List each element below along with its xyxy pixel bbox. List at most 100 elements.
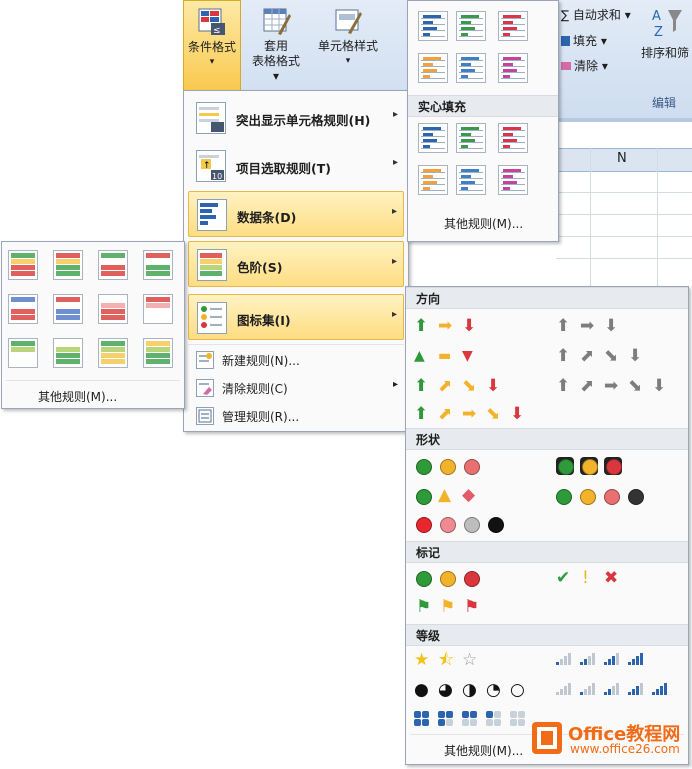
color-band bbox=[56, 353, 80, 358]
table-row-line bbox=[501, 72, 525, 73]
menu-item-new-rule[interactable]: 新建规则(N)... bbox=[188, 347, 404, 371]
solid-databar-option[interactable] bbox=[498, 123, 528, 153]
gradient-databar-option[interactable] bbox=[456, 11, 486, 41]
gradient-databar-option[interactable] bbox=[456, 53, 486, 83]
solid-databar-option[interactable] bbox=[418, 165, 448, 195]
icon-set-5-boxes[interactable] bbox=[408, 709, 548, 731]
menu-item-highlight-rules[interactable]: 突出显示单元格规则(H) ▸ bbox=[188, 95, 404, 141]
table-row-line bbox=[421, 172, 445, 173]
data-bar bbox=[461, 187, 468, 190]
eraser-icon bbox=[561, 62, 571, 70]
solid-databar-option[interactable] bbox=[456, 123, 486, 153]
data-bar bbox=[423, 21, 433, 24]
gradient-databar-option[interactable] bbox=[498, 53, 528, 83]
new-rule-icon bbox=[196, 351, 214, 369]
data-bar bbox=[461, 69, 475, 72]
gradient-databar-option[interactable] bbox=[498, 11, 528, 41]
color-scale-option[interactable] bbox=[98, 250, 128, 280]
table-row-line bbox=[501, 18, 525, 19]
fill-icon bbox=[561, 36, 570, 46]
data-bar bbox=[503, 63, 513, 66]
solid-databar-option[interactable] bbox=[456, 165, 486, 195]
table-row-line bbox=[459, 66, 483, 67]
signal-bar-icon bbox=[560, 689, 563, 695]
color-scale-option[interactable] bbox=[8, 294, 38, 324]
sort-filter-label[interactable]: 排序和筛 bbox=[641, 44, 689, 61]
column-header-n[interactable]: N bbox=[617, 151, 627, 166]
clear-label: 清除 ▾ bbox=[574, 59, 608, 73]
color-scale-option[interactable] bbox=[98, 338, 128, 368]
table-format-icon bbox=[261, 6, 291, 36]
traffic-light-icon bbox=[580, 489, 596, 505]
box-quadrant-icon bbox=[494, 711, 501, 718]
more-rules-link[interactable]: 其他规则(M)... bbox=[444, 215, 523, 232]
menu-item-data-bars[interactable]: 数据条(D) ▸ bbox=[188, 191, 404, 237]
color-scale-option[interactable] bbox=[143, 250, 173, 280]
table-format-button[interactable]: 套用 表格格式 ▾ bbox=[248, 0, 304, 92]
traffic-light-icon bbox=[558, 459, 574, 475]
signal-bar-icon bbox=[612, 686, 615, 695]
table-format-label: 套用 bbox=[263, 39, 288, 53]
color-scale-option[interactable] bbox=[53, 250, 83, 280]
fill-label: 填充 ▾ bbox=[573, 34, 607, 48]
icon-set-5-arrows[interactable] bbox=[408, 403, 548, 425]
data-bar bbox=[503, 175, 513, 178]
box-quadrant-icon bbox=[446, 719, 453, 726]
data-bar bbox=[461, 57, 479, 60]
color-band bbox=[146, 341, 170, 346]
sort-filter-icon[interactable]: AZ bbox=[650, 6, 684, 40]
color-band bbox=[11, 259, 35, 264]
table-row-line bbox=[501, 30, 525, 31]
downright-arrow-icon: ⬊ bbox=[462, 376, 477, 396]
more-rules-link[interactable]: 其他规则(M)... bbox=[444, 742, 523, 759]
data-bar bbox=[461, 75, 468, 78]
signal-bar-icon bbox=[588, 656, 591, 665]
svg-text:≤: ≤ bbox=[213, 26, 221, 36]
color-band bbox=[101, 259, 125, 264]
solid-databar-option[interactable] bbox=[498, 165, 528, 195]
quarter-circle-icon: ◔ bbox=[486, 680, 501, 700]
color-scale-option[interactable] bbox=[8, 250, 38, 280]
down-arrow-icon: ⬇ bbox=[462, 316, 477, 336]
fill-button[interactable]: 填充 ▾ bbox=[561, 32, 607, 49]
color-band bbox=[11, 271, 35, 276]
submenu-arrow-icon: ▸ bbox=[391, 206, 397, 217]
gradient-databar-option[interactable] bbox=[418, 53, 448, 83]
conditional-format-button[interactable]: ≤ 条件格式 ▾ bbox=[183, 0, 241, 92]
menu-item-top-bottom-rules[interactable]: ↑ 10 项目选取规则(T) ▸ bbox=[188, 143, 404, 189]
gradient-databar-option[interactable] bbox=[418, 11, 448, 41]
color-scale-option[interactable] bbox=[143, 338, 173, 368]
menu-item-manage-rules[interactable]: 管理规则(R)... bbox=[188, 403, 404, 427]
color-scale-option[interactable] bbox=[143, 294, 173, 324]
star-full-icon: ★ bbox=[414, 650, 430, 670]
data-bar bbox=[503, 69, 517, 72]
more-rules-link[interactable]: 其他规则(M)... bbox=[38, 388, 117, 405]
signal-bar-icon bbox=[584, 689, 587, 695]
down-arrow-icon: ⬇ bbox=[510, 404, 525, 424]
icon-set-3-triangles[interactable] bbox=[408, 345, 538, 367]
menu-item-color-scales[interactable]: 色阶(S) ▸ bbox=[188, 241, 404, 287]
color-scale-option[interactable] bbox=[53, 338, 83, 368]
color-scale-option[interactable] bbox=[8, 338, 38, 368]
traffic-light-icon bbox=[606, 459, 622, 475]
color-band bbox=[56, 259, 80, 264]
submenu-arrow-icon: ▸ bbox=[391, 309, 397, 320]
downright-arrow-icon: ⬊ bbox=[486, 404, 501, 424]
cross-icon: ✖ bbox=[604, 568, 619, 588]
icon-set-5-quarters[interactable] bbox=[408, 681, 548, 703]
solid-databar-option[interactable] bbox=[418, 123, 448, 153]
autosum-button[interactable]: ∑ 自动求和 ▾ bbox=[561, 6, 631, 23]
clear-button[interactable]: 清除 ▾ bbox=[561, 57, 608, 74]
table-row-line bbox=[421, 136, 445, 137]
signal-bar-icon bbox=[564, 686, 567, 695]
table-row-line bbox=[421, 142, 445, 143]
color-scale-option[interactable] bbox=[98, 294, 128, 324]
color-band bbox=[11, 315, 35, 320]
menu-item-icon-sets[interactable]: 图标集(I) ▸ bbox=[188, 294, 404, 340]
gridline bbox=[556, 192, 692, 193]
cell-style-button[interactable]: 单元格样式 ▾ bbox=[310, 0, 386, 92]
color-scale-option[interactable] bbox=[53, 294, 83, 324]
data-bar bbox=[503, 169, 521, 172]
table-row-line bbox=[501, 148, 525, 149]
menu-item-clear-rules[interactable]: 清除规则(C) ▸ bbox=[188, 375, 404, 399]
